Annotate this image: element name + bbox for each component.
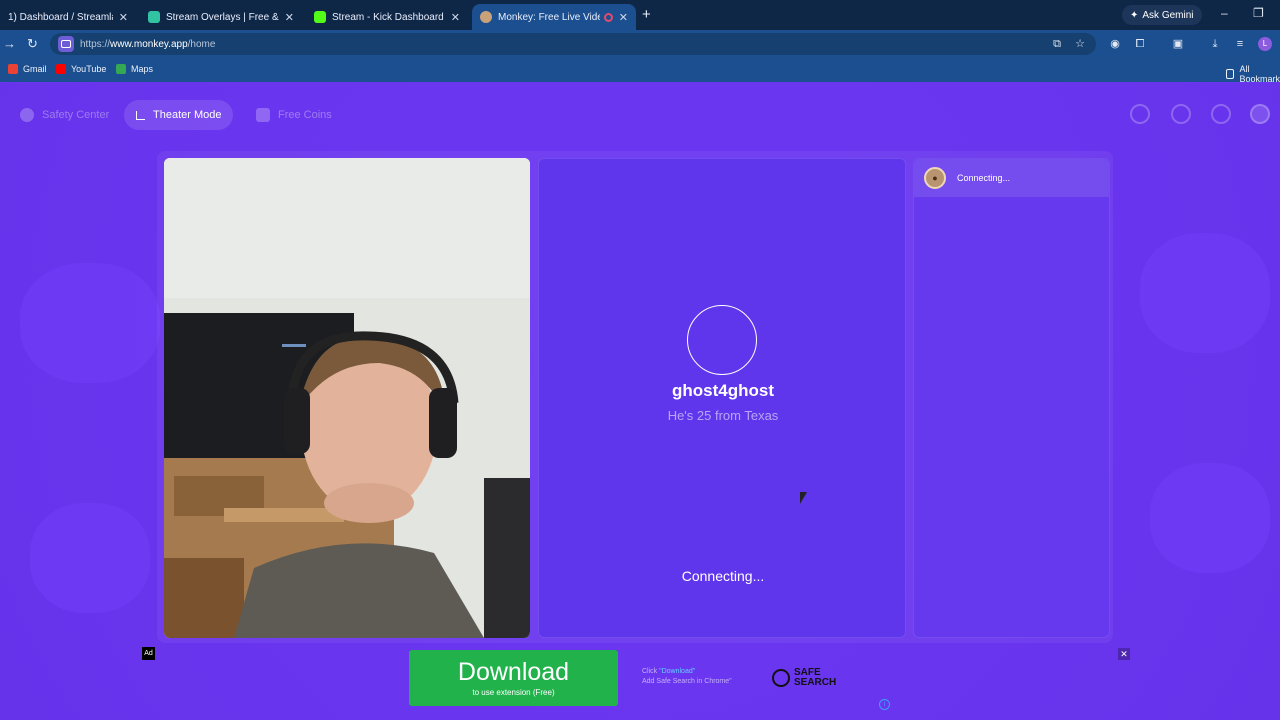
history-icon[interactable] (1171, 104, 1191, 124)
ad-download-button[interactable]: Download to use extension (Free) (409, 650, 618, 706)
free-coins-button[interactable]: Free Coins (244, 100, 344, 130)
ad-instruction-line-1: Click "Download" (642, 668, 696, 675)
background-shape (1150, 463, 1270, 573)
user-avatar[interactable] (1250, 104, 1270, 124)
ad-badge: Ad (142, 647, 155, 660)
close-tab-icon[interactable]: ✕ (619, 11, 628, 24)
chat-header: ● Connecting... (914, 159, 1109, 197)
youtube-icon (56, 64, 66, 74)
ad-close-icon[interactable]: ✕ (1118, 648, 1130, 660)
folder-icon (1226, 69, 1235, 79)
reading-list-icon[interactable]: ≡ (1233, 37, 1247, 51)
address-bar[interactable]: https://www.monkey.app/home (50, 33, 1096, 55)
ad-instructions: Click "Download" Add Safe Search in Chro… (642, 667, 732, 687)
ad-download-title: Download (457, 658, 570, 686)
extension-icon[interactable]: ◉ (1108, 37, 1122, 51)
bookmark-label: Maps (131, 64, 154, 74)
globe-icon (772, 669, 790, 687)
tab-title: Stream Overlays | Free & Premi (166, 11, 279, 23)
reload-icon[interactable]: ↻ (27, 36, 38, 52)
url-host: www.monkey.app (110, 38, 188, 50)
gemini-sparkle-icon: ✦ (1130, 9, 1139, 21)
gift-icon (256, 108, 270, 122)
background-shape (20, 263, 160, 383)
match-bio: He's 25 from Texas (667, 408, 779, 423)
bookmark-label: YouTube (71, 64, 107, 74)
close-tab-icon[interactable]: ✕ (119, 11, 128, 24)
tab-title: 1) Dashboard / Streamlabs (8, 11, 113, 23)
tab-title: Monkey: Free Live Video Ch (498, 11, 600, 23)
chat-status: Connecting... (957, 173, 1011, 183)
gmail-icon (8, 64, 18, 74)
bookmark-label: All Bookmarks (1239, 64, 1280, 84)
theater-mode-button[interactable]: Theater Mode (124, 100, 234, 130)
ad-instruction-line-2: Add Safe Search in Chrome" (642, 678, 732, 685)
webcam-video (164, 158, 530, 638)
forward-icon[interactable]: → (3, 36, 16, 51)
ad-download-subtitle: to use extension (Free) (472, 688, 555, 697)
messages-icon[interactable] (1211, 104, 1231, 124)
tab-streamlabs[interactable]: 1) Dashboard / Streamlabs ✕ (0, 4, 136, 30)
tab-kick-dashboard[interactable]: Stream - Kick Dashboard ✕ (306, 4, 468, 30)
download-icon[interactable]: ⤓ (1208, 37, 1222, 51)
kick-favicon-icon (314, 11, 326, 23)
safety-center-label: Safety Center (42, 109, 110, 121)
streamlabs-favicon-icon (148, 11, 160, 23)
friends-icon[interactable] (1130, 104, 1150, 124)
safety-center-button[interactable]: Safety Center (8, 100, 121, 130)
ad-info-icon[interactable]: i (879, 699, 890, 710)
close-tab-icon[interactable]: ✕ (285, 11, 294, 24)
shield-icon (20, 108, 34, 122)
tab-stream-overlays[interactable]: Stream Overlays | Free & Premi ✕ (140, 4, 302, 30)
monkey-avatar-icon: ● (924, 167, 946, 189)
split-view-icon[interactable]: ▣ (1171, 37, 1185, 51)
ad-download-link: "Download" (659, 668, 696, 675)
background-shape (1140, 233, 1270, 353)
bookmark-youtube[interactable]: YouTube (56, 64, 106, 74)
tab-monkey[interactable]: Monkey: Free Live Video Ch ✕ (472, 4, 636, 30)
close-tab-icon[interactable]: ✕ (451, 11, 460, 24)
maps-icon (116, 64, 126, 74)
free-coins-label: Free Coins (278, 109, 332, 121)
connection-status: Connecting... (681, 568, 765, 584)
all-bookmarks[interactable]: All Bookmarks (1226, 64, 1280, 84)
bookmark-maps[interactable]: Maps (116, 64, 153, 74)
background-shape (30, 503, 150, 613)
new-tab-button[interactable]: + (642, 6, 651, 23)
monkey-page: Safety Center Theater Mode Free Coins gh… (0, 83, 1280, 720)
monkey-favicon-icon (480, 11, 492, 23)
expand-icon (136, 110, 145, 120)
profile-avatar[interactable]: L (1258, 37, 1272, 51)
browser-toolbar: → ↻ https://www.monkey.app/home ⧉ ☆ ◉ ⧠ … (0, 30, 1280, 58)
safe-search-line-2: SEARCH (794, 677, 837, 688)
theater-mode-label: Theater Mode (153, 109, 222, 121)
minimize-icon[interactable]: – (1221, 6, 1228, 20)
bookmark-gmail[interactable]: Gmail (8, 64, 47, 74)
bookmark-label: Gmail (23, 64, 47, 74)
match-username: ghost4ghost (672, 381, 774, 400)
install-app-icon[interactable]: ⧉ (1050, 37, 1064, 51)
chat-panel: ● Connecting... (913, 158, 1110, 638)
bookmark-star-icon[interactable]: ☆ (1073, 37, 1087, 51)
ask-gemini-label: Ask Gemini (1142, 9, 1194, 21)
restore-icon[interactable]: ❐ (1253, 6, 1264, 20)
extensions-puzzle-icon[interactable]: ⧠ (1133, 37, 1147, 51)
loading-spinner (687, 305, 757, 375)
tab-title: Stream - Kick Dashboard (332, 11, 444, 23)
browser-tab-bar: 1) Dashboard / Streamlabs ✕ Stream Overl… (0, 0, 1280, 30)
stranger-panel: ghost4ghost He's 25 from Texas Connectin… (538, 158, 906, 638)
recording-icon (603, 12, 613, 22)
url-path: /home (187, 38, 216, 50)
local-camera-feed (164, 158, 530, 638)
bookmarks-bar: Gmail YouTube Maps All Bookmarks (0, 58, 1280, 84)
url-scheme: https:// (80, 38, 111, 50)
safe-search-logo: SAFE SEARCH (772, 668, 836, 688)
ask-gemini-button[interactable]: ✦ Ask Gemini (1122, 5, 1202, 25)
site-info-icon[interactable] (58, 36, 74, 52)
